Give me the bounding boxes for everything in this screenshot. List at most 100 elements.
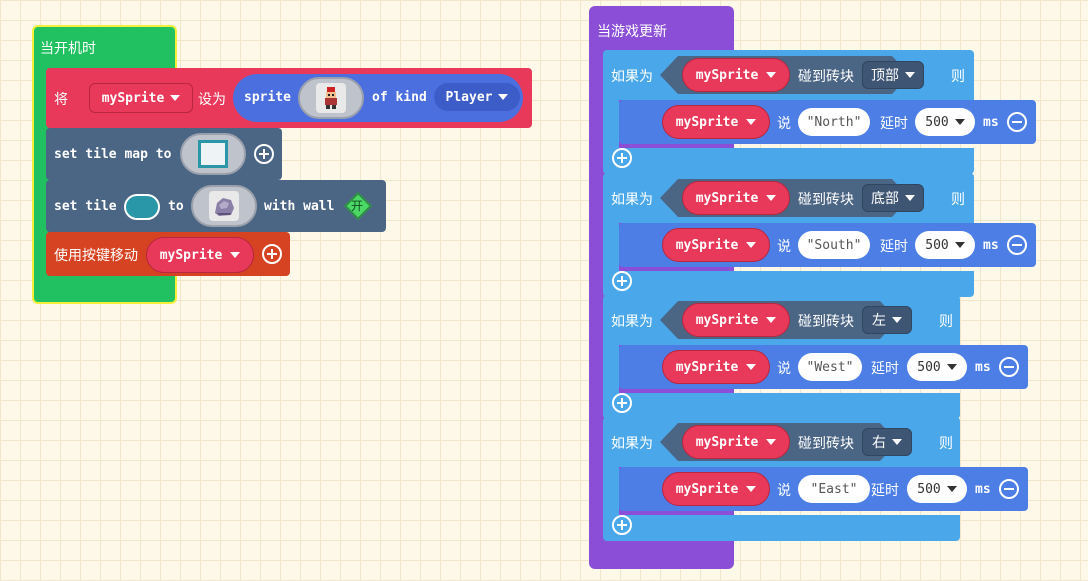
chevron-down-icon: [766, 317, 777, 323]
variable-name: mySprite: [101, 90, 165, 106]
say-label: 说: [777, 116, 791, 132]
delay-label: 延时: [880, 239, 908, 255]
remove-icon[interactable]: [1007, 235, 1027, 255]
add-icon[interactable]: [262, 244, 282, 264]
on-update-title: 当游戏更新: [597, 24, 667, 40]
with-wall-label: with wall: [264, 199, 335, 214]
quote-open: ": [806, 114, 815, 130]
chevron-down-icon: [170, 95, 181, 101]
remove-icon[interactable]: [999, 357, 1019, 377]
tilemap-icon: [198, 140, 228, 168]
say-sprite-reporter[interactable]: mySprite: [662, 350, 770, 384]
chevron-down-icon: [746, 364, 757, 370]
delay-ms-dropdown[interactable]: 500: [907, 353, 967, 381]
condition-sprite-name: mySprite: [695, 190, 759, 206]
on-start-title: 当开机时: [40, 41, 96, 57]
delay-ms-value: 500: [925, 114, 949, 130]
add-icon[interactable]: [254, 144, 274, 164]
if-label: 如果为: [611, 436, 653, 452]
delay-ms-dropdown[interactable]: 500: [915, 231, 975, 259]
add-branch-icon[interactable]: [612, 393, 632, 413]
ms-label: ms: [983, 115, 999, 130]
say-text-input[interactable]: " East ": [798, 475, 870, 503]
say-sprite-reporter[interactable]: mySprite: [662, 472, 770, 506]
delay-label: 延时: [880, 116, 908, 132]
if-block-footer[interactable]: [603, 148, 974, 174]
remove-icon[interactable]: [999, 479, 1019, 499]
move-sprite-name: mySprite: [159, 247, 223, 263]
delay-ms-dropdown[interactable]: 500: [907, 475, 967, 503]
say-label: 说: [777, 239, 791, 255]
say-text-value: West: [814, 359, 846, 375]
then-label: 则: [951, 69, 965, 85]
tile-color-field[interactable]: [124, 194, 160, 220]
hits-tile-label: 碰到砖块: [798, 69, 854, 85]
if-label: 如果为: [611, 69, 653, 85]
add-branch-icon[interactable]: [612, 148, 632, 168]
set-tile-map-block[interactable]: set tile map to: [46, 128, 282, 180]
if-block-left-rail: [603, 223, 619, 273]
move-with-buttons-block[interactable]: 使用按键移动 mySprite: [46, 232, 290, 276]
say-sprite-name: mySprite: [675, 481, 739, 497]
say-sprite-name: mySprite: [675, 114, 739, 130]
move-sprite-reporter[interactable]: mySprite: [146, 237, 254, 273]
say-text-input[interactable]: " South ": [798, 231, 870, 259]
say-sprite-reporter[interactable]: mySprite: [662, 228, 770, 262]
condition-sprite-reporter[interactable]: mySprite: [682, 303, 790, 337]
chevron-down-icon: [230, 252, 241, 258]
add-branch-icon[interactable]: [612, 515, 632, 535]
rock-tile-icon: [209, 191, 239, 221]
chevron-down-icon: [766, 72, 777, 78]
kind-dropdown[interactable]: Player: [434, 83, 520, 111]
kind-value: Player: [445, 89, 493, 105]
chevron-down-icon: [746, 242, 757, 248]
if-block-footer[interactable]: [603, 515, 960, 541]
hits-tile-label: 碰到砖块: [798, 314, 854, 330]
side-dropdown[interactable]: 顶部: [862, 61, 924, 89]
tile-map-image-field[interactable]: [180, 133, 246, 175]
quote-close: ": [849, 481, 858, 497]
side-dropdown[interactable]: 右: [862, 428, 912, 456]
condition-sprite-name: mySprite: [695, 434, 759, 450]
condition-sprite-reporter[interactable]: mySprite: [682, 58, 790, 92]
say-sprite-name: mySprite: [675, 359, 739, 375]
chevron-down-icon: [954, 119, 965, 125]
if-block-left-rail: [603, 100, 619, 150]
ms-label: ms: [983, 238, 999, 253]
side-dropdown[interactable]: 底部: [862, 184, 924, 212]
delay-ms-dropdown[interactable]: 500: [915, 108, 975, 136]
say-text-input[interactable]: " West ": [798, 353, 862, 381]
side-value: 左: [872, 313, 886, 329]
tile-map-label: set tile map to: [54, 147, 172, 162]
remove-icon[interactable]: [1007, 112, 1027, 132]
if-block-footer[interactable]: [603, 393, 960, 419]
delay-ms-value: 500: [925, 237, 949, 253]
tile-image-field[interactable]: [191, 185, 257, 227]
then-label: 则: [939, 314, 953, 330]
chevron-down-icon: [746, 486, 757, 492]
if-label: 如果为: [611, 314, 653, 330]
player-sprite-icon: [316, 83, 346, 113]
then-label: 则: [939, 436, 953, 452]
variable-dropdown[interactable]: mySprite: [89, 83, 193, 113]
say-text-input[interactable]: " North ": [798, 108, 870, 136]
condition-sprite-reporter[interactable]: mySprite: [682, 425, 790, 459]
add-branch-icon[interactable]: [612, 271, 632, 291]
ms-label: ms: [975, 482, 991, 497]
quote-close: ": [853, 114, 862, 130]
move-label: 使用按键移动: [54, 248, 138, 264]
side-dropdown[interactable]: 左: [862, 306, 912, 334]
chevron-down-icon: [498, 94, 509, 100]
if-block-footer[interactable]: [603, 271, 974, 297]
set-sprite-block[interactable]: 将 mySprite 设为 sprite of kind Player: [46, 68, 532, 128]
sprite-image-field[interactable]: [298, 77, 364, 119]
quote-open: ": [806, 237, 815, 253]
condition-sprite-reporter[interactable]: mySprite: [682, 181, 790, 215]
chevron-down-icon: [766, 195, 777, 201]
set-tile-block[interactable]: set tile to with wall 开: [46, 180, 386, 232]
delay-label: 延时: [871, 361, 899, 377]
condition-sprite-name: mySprite: [695, 67, 759, 83]
chevron-down-icon: [746, 119, 757, 125]
say-sprite-reporter[interactable]: mySprite: [662, 105, 770, 139]
side-value: 顶部: [871, 68, 899, 84]
